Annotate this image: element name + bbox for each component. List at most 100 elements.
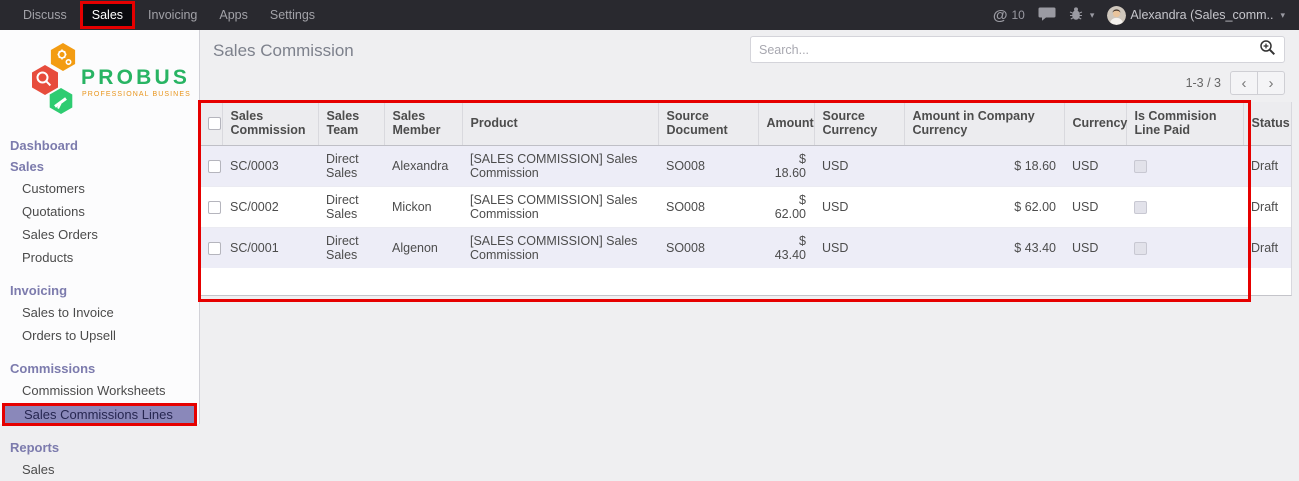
paid-checkbox[interactable] [1134, 160, 1147, 173]
search-icon[interactable] [1259, 39, 1276, 61]
row-checkbox[interactable] [208, 160, 221, 173]
logo-hexagon-red [32, 65, 58, 95]
col-amount-company[interactable]: Amount in Company Currency [904, 102, 1064, 145]
bug-icon [1069, 6, 1083, 24]
cell-source-document: SO008 [658, 145, 758, 186]
cell-sales-member: Algenon [384, 227, 462, 268]
pager-next-button[interactable]: › [1257, 71, 1285, 95]
sidebar-header-dashboard[interactable]: Dashboard [0, 135, 199, 156]
mention-count: 10 [1011, 8, 1024, 22]
cell-currency: USD [1064, 186, 1126, 227]
company-logo: PROBUSE PROFESSIONAL BUSINESS [0, 30, 199, 124]
sidebar-item-orders-to-upsell[interactable]: Orders to Upsell [0, 324, 199, 347]
menu-sales[interactable]: Sales [80, 1, 135, 29]
cell-amount-company: $ 18.60 [904, 145, 1064, 186]
sidebar-nav: Dashboard Sales Customers Quotations Sal… [0, 135, 199, 481]
chat-bubble-icon [1038, 7, 1056, 24]
chevron-down-icon: ▾ [1280, 10, 1285, 21]
cell-source-document: SO008 [658, 186, 758, 227]
cell-product: [SALES COMMISSION] Sales Commission [462, 145, 658, 186]
cell-amount-company: $ 62.00 [904, 186, 1064, 227]
cell-sales-commission: SC/0001 [222, 227, 318, 268]
sidebar-header-reports[interactable]: Reports [0, 437, 199, 458]
sidebar-header-invoicing[interactable]: Invoicing [0, 280, 199, 301]
logo-subtitle: PROFESSIONAL BUSINESS [82, 91, 191, 98]
paid-checkbox[interactable] [1134, 242, 1147, 255]
cell-sales-member: Mickon [384, 186, 462, 227]
col-is-commission-paid[interactable]: Is Commision Line Paid [1126, 102, 1243, 145]
main-content: Sales Commission 1-3 / 3 ‹ › Sales Commi… [200, 30, 1299, 424]
cell-sales-commission: SC/0002 [222, 186, 318, 227]
menu-settings[interactable]: Settings [259, 0, 326, 30]
cell-currency: USD [1064, 227, 1126, 268]
sidebar-item-products[interactable]: Products [0, 246, 199, 269]
sidebar-item-sales-commissions-lines[interactable]: Sales Commissions Lines [2, 403, 197, 426]
select-all-checkbox[interactable] [208, 117, 221, 130]
col-source-currency[interactable]: Source Currency [814, 102, 904, 145]
avatar [1107, 6, 1126, 25]
search-box [750, 36, 1285, 63]
chevron-down-icon: ▾ [1090, 10, 1095, 21]
col-amount[interactable]: Amount [758, 102, 814, 145]
col-currency[interactable]: Currency [1064, 102, 1126, 145]
cell-amount: $ 43.40 [758, 227, 814, 268]
cell-source-currency: USD [814, 227, 904, 268]
menu-discuss[interactable]: Discuss [12, 0, 78, 30]
cell-status: Draft [1243, 145, 1291, 186]
pager-range: 1-3 / 3 [1186, 76, 1221, 90]
col-sales-team[interactable]: Sales Team [318, 102, 384, 145]
col-sales-commission[interactable]: Sales Commission [222, 102, 318, 145]
mention-icon: @ [993, 7, 1008, 24]
table-row[interactable]: SC/0003 Direct Sales Alexandra [SALES CO… [200, 145, 1291, 186]
cell-source-document: SO008 [658, 227, 758, 268]
cell-amount: $ 18.60 [758, 145, 814, 186]
commission-table: Sales Commission Sales Team Sales Member… [200, 102, 1291, 268]
list-view: Sales Commission Sales Team Sales Member… [200, 102, 1292, 296]
cell-amount: $ 62.00 [758, 186, 814, 227]
page-title: Sales Commission [213, 41, 354, 61]
col-product[interactable]: Product [462, 102, 658, 145]
col-status[interactable]: Status [1243, 102, 1291, 145]
debug-menu[interactable]: ▾ [1069, 6, 1095, 24]
cell-source-currency: USD [814, 145, 904, 186]
systray: @ 10 ▾ Alexandra (Sales_comm.. ▾ [993, 0, 1299, 30]
col-source-document[interactable]: Source Document [658, 102, 758, 145]
sidebar-header-sales[interactable]: Sales [0, 156, 199, 177]
sidebar-item-reports-sales[interactable]: Sales [0, 458, 199, 481]
table-header-row: Sales Commission Sales Team Sales Member… [200, 102, 1291, 145]
search-input[interactable] [759, 43, 1259, 57]
sidebar-item-commission-worksheets[interactable]: Commission Worksheets [0, 379, 199, 402]
empty-list-area [200, 268, 1291, 295]
cell-source-currency: USD [814, 186, 904, 227]
row-checkbox[interactable] [208, 201, 221, 214]
messages-menu[interactable] [1038, 7, 1056, 24]
menu-invoicing[interactable]: Invoicing [137, 0, 208, 30]
cell-currency: USD [1064, 145, 1126, 186]
menu-apps[interactable]: Apps [208, 0, 259, 30]
table-row[interactable]: SC/0002 Direct Sales Mickon [SALES COMMI… [200, 186, 1291, 227]
row-checkbox[interactable] [208, 242, 221, 255]
sidebar-header-commissions[interactable]: Commissions [0, 358, 199, 379]
paid-checkbox[interactable] [1134, 201, 1147, 214]
cell-product: [SALES COMMISSION] Sales Commission [462, 227, 658, 268]
cell-amount-company: $ 43.40 [904, 227, 1064, 268]
page: { "topbar": { "menus": [ { "label": "Dis… [0, 0, 1299, 424]
user-menu[interactable]: Alexandra (Sales_comm.. ▾ [1107, 6, 1285, 25]
sidebar-item-quotations[interactable]: Quotations [0, 200, 199, 223]
cell-sales-team: Direct Sales [318, 227, 384, 268]
cell-status: Draft [1243, 186, 1291, 227]
logo-title: PROBUSE [81, 66, 191, 89]
pager-prev-button[interactable]: ‹ [1230, 71, 1258, 95]
sidebar: PROBUSE PROFESSIONAL BUSINESS Dashboard … [0, 30, 200, 424]
topbar: Discuss Sales Invoicing Apps Settings @ … [0, 0, 1299, 30]
mentions-counter[interactable]: @ 10 [993, 7, 1025, 24]
app-menu: Discuss Sales Invoicing Apps Settings [0, 0, 326, 30]
cell-sales-member: Alexandra [384, 145, 462, 186]
sidebar-item-customers[interactable]: Customers [0, 177, 199, 200]
table-row[interactable]: SC/0001 Direct Sales Algenon [SALES COMM… [200, 227, 1291, 268]
sidebar-item-sales-orders[interactable]: Sales Orders [0, 223, 199, 246]
sidebar-item-sales-to-invoice[interactable]: Sales to Invoice [0, 301, 199, 324]
cell-product: [SALES COMMISSION] Sales Commission [462, 186, 658, 227]
pager: 1-3 / 3 ‹ › [1186, 71, 1285, 95]
col-sales-member[interactable]: Sales Member [384, 102, 462, 145]
